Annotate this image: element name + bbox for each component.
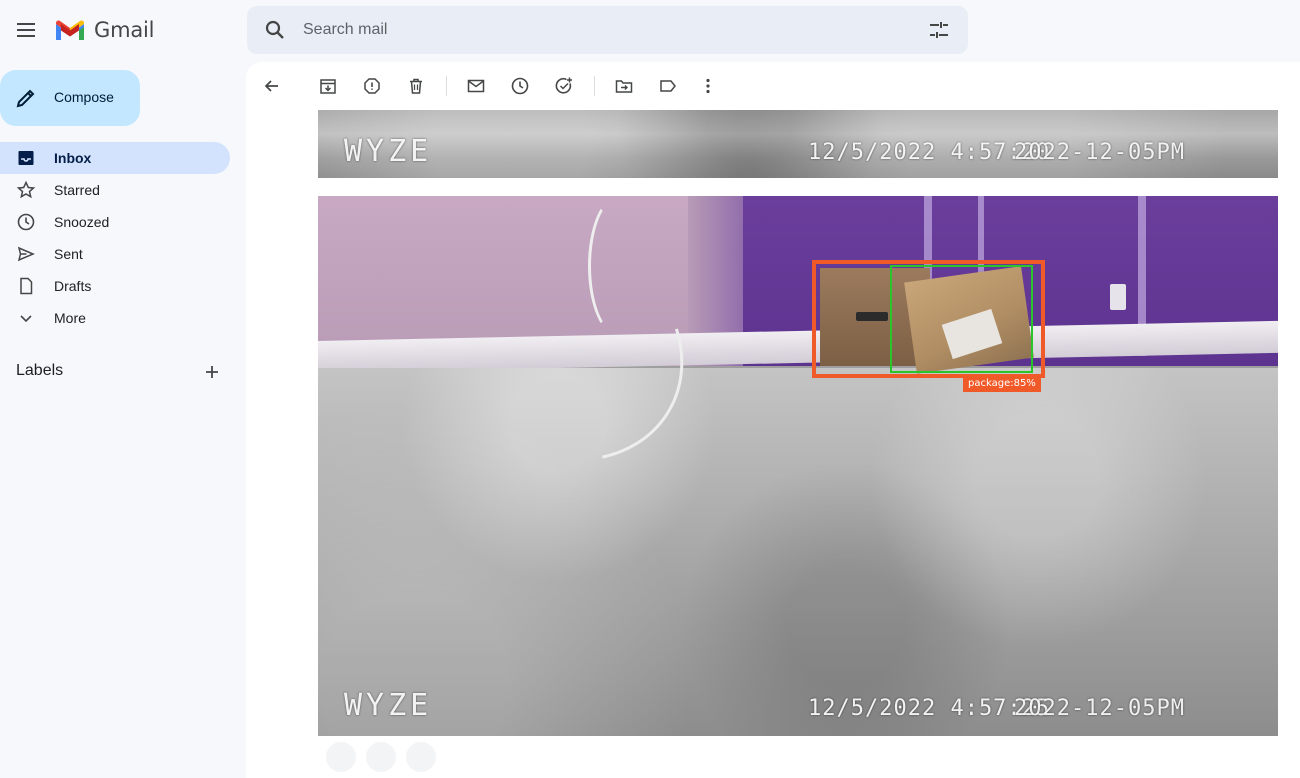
sidebar-item-sent[interactable]: Sent bbox=[0, 238, 230, 270]
email-toolbar bbox=[246, 62, 1300, 110]
compose-button[interactable]: Compose bbox=[0, 70, 140, 126]
search-input[interactable] bbox=[303, 6, 903, 54]
mark-unread-icon bbox=[467, 79, 485, 93]
sidebar-item-snoozed[interactable]: Snoozed bbox=[0, 206, 230, 238]
snooze-icon bbox=[511, 77, 529, 95]
faded-action-icon bbox=[406, 742, 436, 772]
chevron-down-icon bbox=[20, 315, 32, 323]
sidebar-nav: Inbox Starred Snoozed Sent Drafts More bbox=[0, 142, 246, 334]
labels-header: Labels bbox=[16, 362, 64, 379]
email-view: WYZE 12/5/2022 4:57:20 2022-12-05PM pack… bbox=[246, 62, 1300, 778]
sidebar-item-more[interactable]: More bbox=[0, 302, 230, 334]
search-icon[interactable] bbox=[263, 18, 287, 42]
sidebar-item-label: Starred bbox=[54, 182, 100, 198]
app-title: Gmail bbox=[94, 18, 155, 42]
hamburger-menu-icon bbox=[17, 23, 35, 37]
sidebar-item-label: More bbox=[54, 310, 86, 326]
main-menu-button[interactable] bbox=[14, 18, 38, 42]
detection-label: package:85% bbox=[963, 376, 1041, 392]
add-task-button[interactable] bbox=[552, 74, 576, 98]
sidebar-item-label: Inbox bbox=[54, 150, 92, 166]
timestamp-overlay-text: 2022-12-05PM bbox=[1014, 696, 1185, 721]
camera-snapshot-2: package:85% WYZE 12/5/2022 4:57:25 2022-… bbox=[318, 196, 1278, 736]
report-spam-icon bbox=[364, 78, 380, 94]
wyze-watermark: WYZE bbox=[344, 134, 433, 169]
compose-label: Compose bbox=[54, 89, 114, 105]
delete-icon bbox=[410, 78, 422, 94]
delete-button[interactable] bbox=[404, 74, 428, 98]
plus-icon[interactable] bbox=[202, 362, 222, 382]
inbox-icon bbox=[18, 151, 34, 165]
sidebar-item-starred[interactable]: Starred bbox=[0, 174, 230, 206]
archive-icon bbox=[320, 79, 336, 94]
faded-action-icon bbox=[326, 742, 356, 772]
back-arrow-icon bbox=[264, 80, 278, 92]
toolbar-divider bbox=[446, 76, 447, 96]
more-options-button[interactable] bbox=[696, 74, 720, 98]
timestamp-overlay-text: 2022-12-05PM bbox=[1014, 140, 1185, 165]
snooze-button[interactable] bbox=[508, 74, 532, 98]
back-button[interactable] bbox=[260, 74, 284, 98]
clock-icon bbox=[17, 213, 35, 231]
camera-snapshot-1: WYZE 12/5/2022 4:57:20 2022-12-05PM bbox=[318, 110, 1278, 178]
sidebar-item-label: Drafts bbox=[54, 278, 92, 294]
star-icon bbox=[16, 180, 36, 199]
move-to-icon bbox=[615, 80, 633, 93]
pencil-icon bbox=[16, 89, 35, 108]
report-spam-button[interactable] bbox=[360, 74, 384, 98]
gmail-logo[interactable]: Gmail bbox=[54, 17, 154, 43]
sidebar-item-label: Snoozed bbox=[54, 214, 110, 230]
sidebar-item-inbox[interactable]: Inbox bbox=[0, 142, 230, 174]
wall-outlet bbox=[1110, 284, 1126, 310]
camera-timestamp: 12/5/2022 4:57:25 2022-12-05PM bbox=[808, 696, 1184, 721]
add-task-icon bbox=[555, 77, 572, 94]
search-bar[interactable] bbox=[247, 6, 968, 54]
send-icon bbox=[17, 246, 35, 262]
faded-action-icon bbox=[366, 742, 396, 772]
label-button[interactable] bbox=[656, 74, 680, 98]
more-vert-icon bbox=[706, 78, 710, 94]
wyze-watermark: WYZE bbox=[344, 688, 433, 723]
mark-unread-button[interactable] bbox=[464, 74, 488, 98]
sidebar-item-drafts[interactable]: Drafts bbox=[0, 270, 230, 302]
draft-icon bbox=[20, 277, 33, 295]
move-to-button[interactable] bbox=[612, 74, 636, 98]
power-cable bbox=[588, 196, 648, 336]
label-icon bbox=[660, 80, 676, 92]
gmail-m-icon bbox=[56, 20, 84, 40]
carpet-floor bbox=[318, 368, 1278, 736]
archive-button[interactable] bbox=[316, 74, 340, 98]
toolbar-divider bbox=[594, 76, 595, 96]
sidebar-item-label: Sent bbox=[54, 246, 83, 262]
tune-icon[interactable] bbox=[927, 18, 951, 42]
camera-timestamp: 12/5/2022 4:57:20 2022-12-05PM bbox=[808, 140, 1184, 165]
detection-box-secondary bbox=[890, 265, 1033, 373]
